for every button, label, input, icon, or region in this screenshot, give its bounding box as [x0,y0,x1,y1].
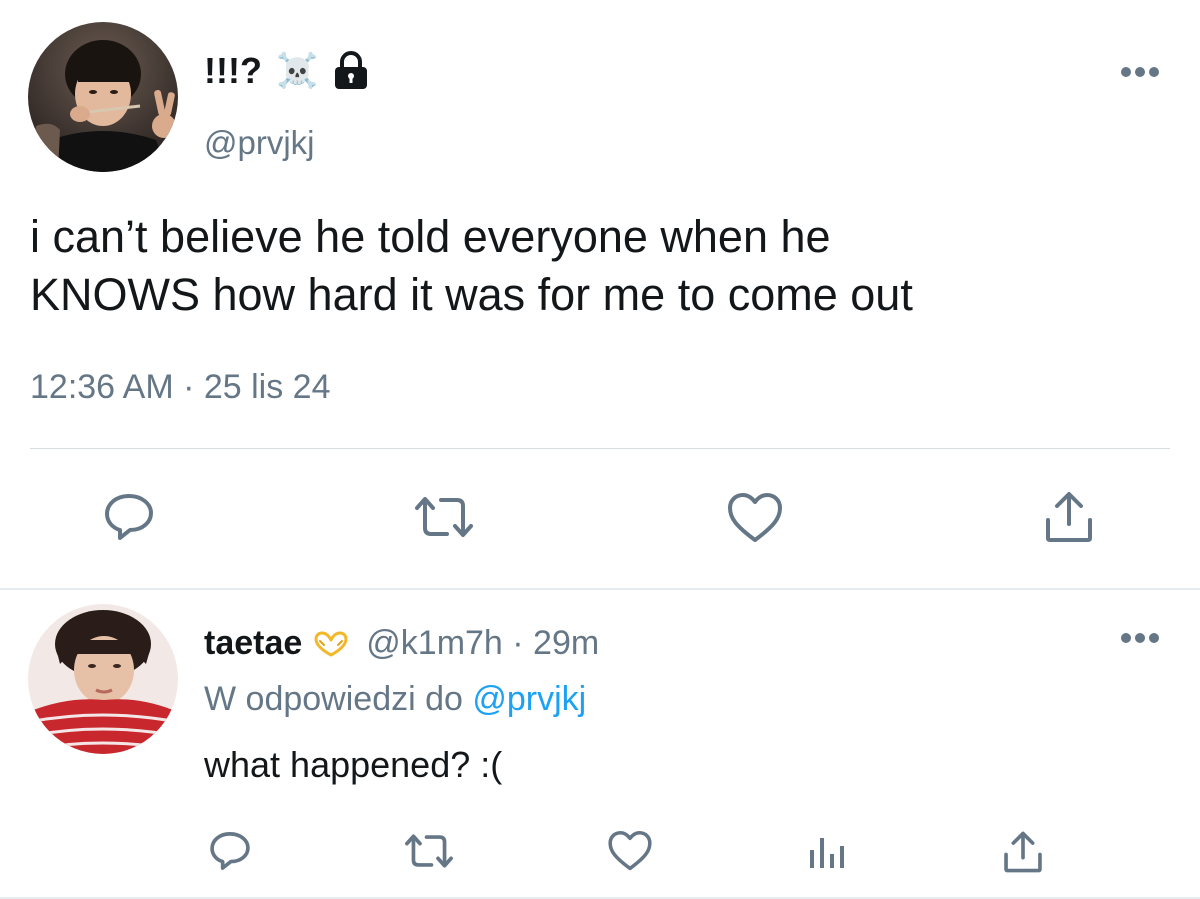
reply-header: taetae @k1m7h · 29m [204,624,599,663]
replying-to: W odpowiedzi do @prvjkj [204,680,586,719]
heart-hands-icon [314,631,348,657]
retweet-icon[interactable] [402,832,456,870]
tweet-actions [0,490,1200,546]
like-icon[interactable] [726,492,784,544]
like-icon[interactable] [607,830,653,872]
display-name-row[interactable]: !!!? ☠️ [204,50,370,92]
reply-icon[interactable] [208,830,252,872]
main-tweet: !!!? ☠️ @prvjkj i can’t believe he told … [0,0,1200,588]
reply-actions [0,830,1200,874]
user-handle[interactable]: @prvjkj [204,124,315,162]
avatar[interactable] [28,604,178,754]
share-icon[interactable] [1043,490,1095,544]
reply-icon[interactable] [102,492,156,542]
replying-to-handle[interactable]: @prvjkj [472,680,586,718]
reply-text: what happened? :( [204,744,503,785]
reply-handle-time[interactable]: @k1m7h · 29m [366,624,599,663]
tweet-text: i can’t believe he told everyone when he… [30,211,913,320]
display-name[interactable]: taetae [204,624,302,663]
retweet-icon[interactable] [411,494,477,540]
share-icon[interactable] [1002,830,1044,874]
lock-icon [332,51,370,91]
tweet-thread: !!!? ☠️ @prvjkj i can’t believe he told … [0,0,1200,899]
skull-crossbones-icon: ☠️ [275,52,319,90]
tweet-timestamp[interactable]: 12:36 AM · 25 lis 24 [30,368,331,407]
more-options-icon[interactable] [1118,62,1162,82]
divider [30,448,1170,449]
display-name[interactable]: !!!? [204,50,262,92]
avatar[interactable] [28,22,178,172]
replying-to-prefix: W odpowiedzi do [204,680,473,718]
divider [0,588,1200,590]
more-options-icon[interactable] [1118,628,1162,648]
analytics-icon[interactable] [806,834,846,870]
